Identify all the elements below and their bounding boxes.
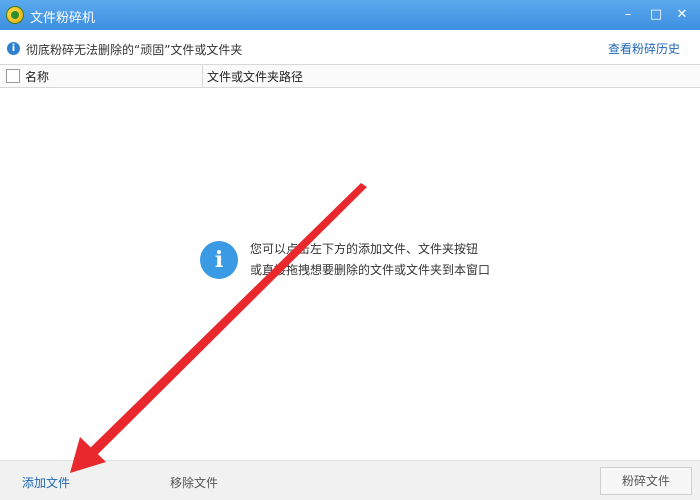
info-text: 彻底粉碎无法删除的“顽固”文件或文件夹 (26, 43, 243, 57)
minimize-button[interactable]: – (618, 5, 638, 25)
shred-file-button[interactable]: 粉碎文件 (600, 467, 692, 495)
info-bar: i 彻底粉碎无法删除的“顽固”文件或文件夹 查看粉碎历史 (0, 30, 700, 64)
title-bar[interactable]: 文件粉碎机 – □ ✕ (0, 0, 700, 30)
maximize-button[interactable]: □ (646, 5, 666, 25)
info-icon: i (7, 42, 20, 55)
app-logo-icon (6, 6, 24, 24)
column-header-name[interactable]: 名称 (25, 68, 49, 85)
file-shredder-window: 文件粉碎机 – □ ✕ i 彻底粉碎无法删除的“顽固”文件或文件夹 查看粉碎历史… (0, 0, 700, 500)
select-all-checkbox[interactable] (6, 69, 20, 83)
view-history-link[interactable]: 查看粉碎历史 (608, 40, 680, 57)
column-divider[interactable] (202, 65, 203, 87)
bottom-toolbar: 添加文件 移除文件 粉碎文件 (0, 460, 700, 500)
info-icon-large: i (200, 241, 238, 279)
table-header: 名称 文件或文件夹路径 (0, 64, 700, 88)
empty-hint-line-1: 您可以点击左下方的添加文件、文件夹按钮 (250, 242, 479, 256)
add-file-button[interactable]: 添加文件 (22, 474, 70, 491)
window-title: 文件粉碎机 (30, 11, 96, 26)
empty-hint-line-2: 或直接拖拽想要删除的文件或文件夹到本窗口 (250, 263, 491, 277)
remove-file-button[interactable]: 移除文件 (170, 474, 218, 491)
close-button[interactable]: ✕ (672, 5, 692, 25)
file-list-drop-area[interactable]: i 您可以点击左下方的添加文件、文件夹按钮 或直接拖拽想要删除的文件或文件夹到本… (0, 88, 700, 460)
column-header-path[interactable]: 文件或文件夹路径 (207, 68, 303, 85)
